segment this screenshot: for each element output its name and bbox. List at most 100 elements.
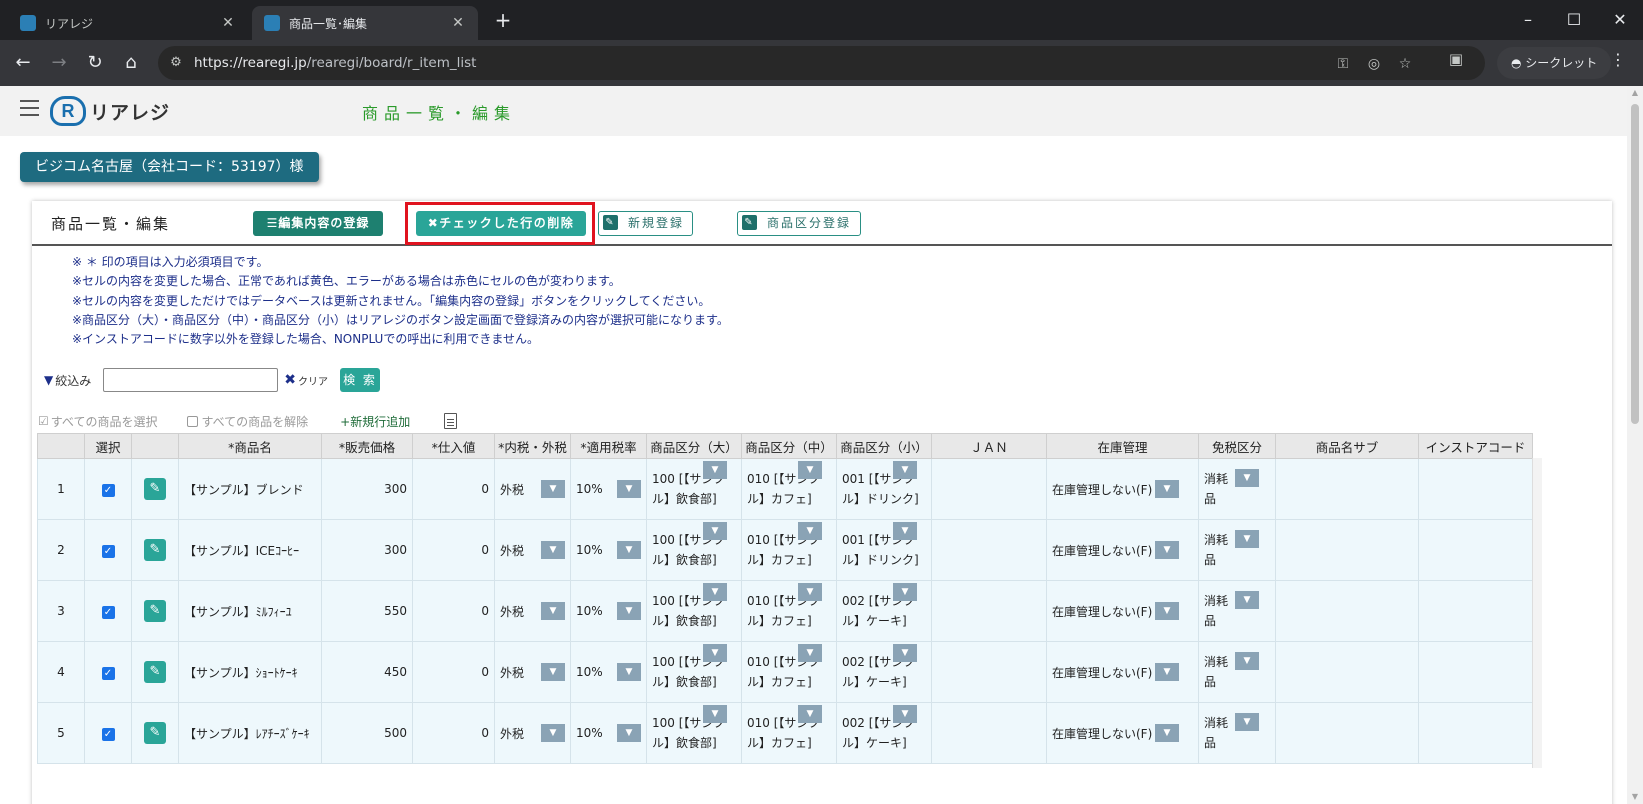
edit-pencil-icon[interactable]: ✎ xyxy=(144,600,166,622)
category-small-cell[interactable]: 001 [【サンプル】ドリンク] ▼ xyxy=(836,458,932,520)
dropdown-arrow-icon[interactable]: ▼ xyxy=(1155,480,1179,498)
close-window-icon[interactable]: ✕ xyxy=(1597,0,1643,40)
url-text[interactable]: https://rearegi.jp/rearegi/board/r_item_… xyxy=(194,55,476,71)
dutyfree-cell[interactable]: 消耗品 ▼ xyxy=(1198,641,1276,703)
category-small-cell[interactable]: 002 [【サンプル】ケーキ] ▼ xyxy=(836,641,932,703)
category-medium-cell[interactable]: 010 [【サンプル】カフェ] ▼ xyxy=(741,580,837,642)
document-export-icon[interactable] xyxy=(444,413,458,429)
dropdown-arrow-icon[interactable]: ▼ xyxy=(617,724,641,742)
dropdown-arrow-icon[interactable]: ▼ xyxy=(703,461,727,479)
category-medium-cell[interactable]: 010 [【サンプル】カフェ] ▼ xyxy=(741,519,837,581)
dropdown-arrow-icon[interactable]: ▼ xyxy=(1235,652,1259,670)
subname-cell[interactable] xyxy=(1275,641,1419,703)
back-icon[interactable]: ← xyxy=(10,50,36,76)
category-register-button[interactable]: ✎ 商品区分登録 xyxy=(737,211,861,236)
app-logo[interactable]: R リアレジ xyxy=(50,94,170,128)
dropdown-arrow-icon[interactable]: ▼ xyxy=(617,541,641,559)
dropdown-arrow-icon[interactable]: ▼ xyxy=(1155,663,1179,681)
category-small-cell[interactable]: 002 [【サンプル】ケーキ] ▼ xyxy=(836,580,932,642)
instore-code-cell[interactable] xyxy=(1418,458,1533,520)
item-name-cell[interactable]: 【サンプル】ﾚｱﾁｰｽﾞｹｰｷ xyxy=(178,702,322,764)
dropdown-arrow-icon[interactable]: ▼ xyxy=(1155,541,1179,559)
column-header[interactable]: *内税・外税 xyxy=(494,433,571,459)
cost-cell[interactable]: 0 xyxy=(412,519,495,581)
stock-cell[interactable]: 在庫管理しない(F) ▼ xyxy=(1046,458,1199,520)
edit-pencil-icon[interactable]: ✎ xyxy=(144,661,166,683)
tax-rate-cell[interactable]: 10% ▼ xyxy=(570,580,647,642)
price-cell[interactable]: 300 xyxy=(321,458,413,520)
save-edits-button[interactable]: ☰編集内容の登録 xyxy=(253,211,383,236)
scroll-up-icon[interactable]: ▲ xyxy=(1627,86,1643,100)
browser-menu-icon[interactable]: ⋮ xyxy=(1607,50,1629,69)
dropdown-arrow-icon[interactable]: ▼ xyxy=(893,644,917,662)
reload-icon[interactable]: ↻ xyxy=(82,50,108,76)
table-row[interactable]: 5 ✓ ✎ 【サンプル】ﾚｱﾁｰｽﾞｹｰｷ 500 0 外税 ▼ 10% ▼ 100 [【サンプル】… xyxy=(37,702,1533,764)
cost-cell[interactable]: 0 xyxy=(412,641,495,703)
column-header[interactable]: *販売価格 xyxy=(321,433,413,459)
tax-rate-cell[interactable]: 10% ▼ xyxy=(570,641,647,703)
column-header[interactable]: 商品区分（中） xyxy=(741,433,837,459)
dropdown-arrow-icon[interactable]: ▼ xyxy=(798,522,822,540)
table-row[interactable]: 1 ✓ ✎ 【サンプル】ブレンド 300 0 外税 ▼ 10% ▼ 100 [【サンプル】飲食部] ▼… xyxy=(37,458,1533,520)
dropdown-arrow-icon[interactable]: ▼ xyxy=(1235,530,1259,548)
column-header[interactable]: 選択 xyxy=(84,433,132,459)
dropdown-arrow-icon[interactable]: ▼ xyxy=(541,663,565,681)
checkbox-checked-icon[interactable]: ✓ xyxy=(101,727,115,741)
category-large-cell[interactable]: 100 [【サンプル】飲食部] ▼ xyxy=(646,580,742,642)
dropdown-arrow-icon[interactable]: ▼ xyxy=(893,705,917,723)
new-register-button[interactable]: ✎ 新規登録 xyxy=(598,211,693,236)
clear-icon[interactable]: ✖ xyxy=(284,372,296,388)
select-checkbox[interactable]: ✓ xyxy=(84,580,132,642)
tax-type-cell[interactable]: 外税 ▼ xyxy=(494,641,571,703)
dropdown-arrow-icon[interactable]: ▼ xyxy=(703,705,727,723)
new-tab-icon[interactable]: + xyxy=(490,8,516,34)
scrollbar-thumb[interactable] xyxy=(1631,104,1639,424)
edit-cell[interactable]: ✎ xyxy=(131,702,179,764)
dropdown-arrow-icon[interactable]: ▼ xyxy=(798,644,822,662)
grid-vertical-scrollbar[interactable] xyxy=(1532,458,1542,768)
jan-cell[interactable] xyxy=(931,519,1047,581)
jan-cell[interactable] xyxy=(931,641,1047,703)
item-name-cell[interactable]: 【サンプル】ｼｮｰﾄｹｰｷ xyxy=(178,641,322,703)
checkbox-checked-icon[interactable]: ✓ xyxy=(101,544,115,558)
category-medium-cell[interactable]: 010 [【サンプル】カフェ] ▼ xyxy=(741,641,837,703)
column-header[interactable]: 商品区分（大） xyxy=(646,433,742,459)
tax-type-cell[interactable]: 外税 ▼ xyxy=(494,519,571,581)
edit-pencil-icon[interactable]: ✎ xyxy=(144,478,166,500)
column-header[interactable]: 在庫管理 xyxy=(1046,433,1199,459)
column-header[interactable]: *仕入値 xyxy=(412,433,495,459)
browser-tab-rearegi[interactable]: リアレジ ✕ xyxy=(8,6,248,40)
scroll-down-icon[interactable]: ▼ xyxy=(1627,790,1643,804)
dropdown-arrow-icon[interactable]: ▼ xyxy=(541,541,565,559)
stock-cell[interactable]: 在庫管理しない(F) ▼ xyxy=(1046,641,1199,703)
price-cell[interactable]: 550 xyxy=(321,580,413,642)
dutyfree-cell[interactable]: 消耗品 ▼ xyxy=(1198,702,1276,764)
dutyfree-cell[interactable]: 消耗品 ▼ xyxy=(1198,580,1276,642)
edit-cell[interactable]: ✎ xyxy=(131,458,179,520)
side-panel-icon[interactable]: ▣ xyxy=(1445,50,1467,68)
page-scrollbar[interactable]: ▲ ▼ xyxy=(1627,86,1643,804)
delete-checked-rows-button[interactable]: ✖チェックした行の削除 xyxy=(416,211,586,236)
tracking-eye-off-icon[interactable]: ◎ xyxy=(1364,54,1384,74)
subname-cell[interactable] xyxy=(1275,458,1419,520)
item-name-cell[interactable]: 【サンプル】ブレンド xyxy=(178,458,322,520)
category-large-cell[interactable]: 100 [【サンプル】飲食部] ▼ xyxy=(646,641,742,703)
dropdown-arrow-icon[interactable]: ▼ xyxy=(893,461,917,479)
dropdown-arrow-icon[interactable]: ▼ xyxy=(798,583,822,601)
instore-code-cell[interactable] xyxy=(1418,519,1533,581)
instore-code-cell[interactable] xyxy=(1418,641,1533,703)
column-header[interactable]: 商品名サブ xyxy=(1275,433,1419,459)
column-header[interactable]: *商品名 xyxy=(178,433,322,459)
dropdown-arrow-icon[interactable]: ▼ xyxy=(541,724,565,742)
column-header[interactable]: *適用税率 xyxy=(570,433,647,459)
edit-cell[interactable]: ✎ xyxy=(131,580,179,642)
cost-cell[interactable]: 0 xyxy=(412,580,495,642)
close-tab-icon[interactable]: ✕ xyxy=(450,15,466,31)
maximize-icon[interactable]: ☐ xyxy=(1551,0,1597,40)
dropdown-arrow-icon[interactable]: ▼ xyxy=(617,480,641,498)
instore-code-cell[interactable] xyxy=(1418,580,1533,642)
dropdown-arrow-icon[interactable]: ▼ xyxy=(798,705,822,723)
dutyfree-cell[interactable]: 消耗品 ▼ xyxy=(1198,519,1276,581)
bookmark-star-icon[interactable]: ☆ xyxy=(1395,54,1415,74)
checkbox-checked-icon[interactable]: ✓ xyxy=(101,605,115,619)
